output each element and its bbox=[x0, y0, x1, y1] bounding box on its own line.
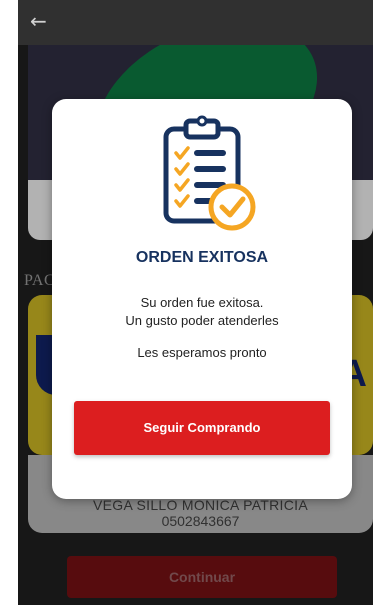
keep-shopping-button[interactable]: Seguir Comprando bbox=[74, 401, 330, 455]
dialog-message-line3: Les esperamos pronto bbox=[137, 345, 267, 360]
dialog-message-line2: Un gusto poder atenderles bbox=[125, 313, 279, 328]
dialog-title: ORDEN EXITOSA bbox=[135, 249, 269, 266]
success-dialog: ORDEN EXITOSA Su orden fue exitosa. Un g… bbox=[52, 99, 352, 499]
dialog-message-line1: Su orden fue exitosa. bbox=[140, 295, 264, 310]
clipboard-checklist-icon bbox=[160, 115, 258, 235]
